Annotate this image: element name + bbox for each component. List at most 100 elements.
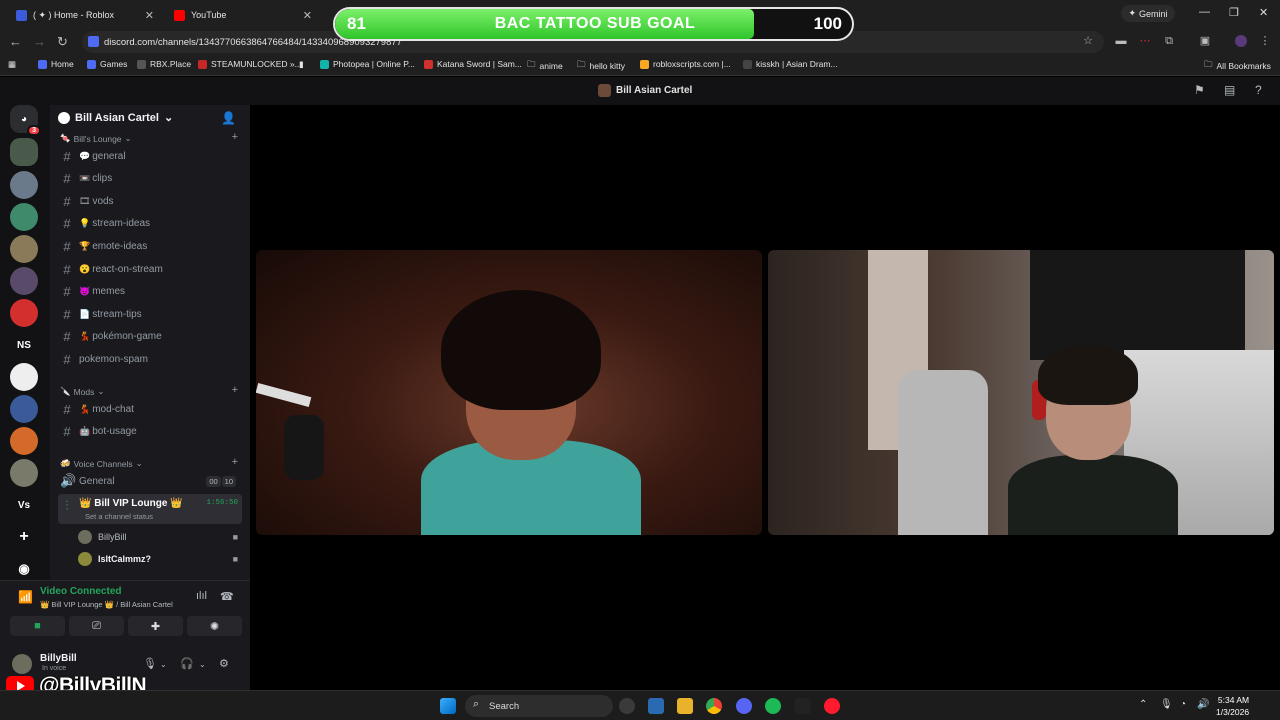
extension-icon[interactable]: ⋯ [1139, 35, 1151, 47]
channel-pokémon-game[interactable]: # 💃 pokémon-game [58, 327, 242, 347]
bookmark-rbxplace[interactable]: RBX.Place [137, 59, 191, 69]
avatar[interactable] [12, 654, 32, 674]
channel-clips[interactable]: # 📼 clips [58, 169, 242, 189]
chevron-down-icon[interactable]: ⌄ [199, 660, 206, 669]
store-icon[interactable] [648, 698, 664, 714]
bookmark-games[interactable]: Games [87, 59, 127, 69]
add-channel-icon[interactable]: + [232, 384, 238, 396]
channel-vods[interactable]: # 🎞 vods [58, 191, 242, 211]
server-icon[interactable] [10, 395, 38, 423]
channel-status[interactable]: Set a channel status [85, 512, 153, 521]
category-bills-lounge[interactable]: 🍬 Bill's Lounge ⌄ [60, 133, 132, 144]
flag-icon[interactable]: ⚑ [1194, 83, 1205, 97]
file-explorer-icon[interactable] [677, 698, 693, 714]
bookmark-folder-anime[interactable]: 🗀 anime [527, 59, 563, 73]
inbox-icon[interactable]: ▤ [1224, 83, 1235, 97]
server-icon[interactable] [10, 171, 38, 199]
menu-kebab-icon[interactable]: ⋮ [1259, 35, 1271, 47]
volume-icon[interactable]: 🔊 [1197, 699, 1209, 710]
screen-share-button[interactable]: ⎚ [69, 616, 124, 636]
bookmark-photopea[interactable]: Photopea | Online P... [320, 59, 415, 69]
add-channel-icon[interactable]: + [232, 456, 238, 468]
taskbar-clock[interactable]: 5:34 AM 1/3/2026 [1216, 694, 1249, 718]
windows-start-icon[interactable] [440, 698, 456, 714]
gemini-button[interactable]: ✦ Gemini [1121, 5, 1175, 22]
add-server-icon[interactable]: + [10, 523, 38, 551]
apps-grid-icon[interactable]: ▦ [8, 59, 16, 70]
soundboard-button[interactable]: ✺ [187, 616, 242, 636]
cast-icon[interactable]: ▣ [1199, 35, 1211, 47]
video-tile-billybill[interactable] [256, 250, 762, 535]
close-tab-icon[interactable]: ✕ [303, 9, 312, 22]
taskbar-search[interactable]: ⌕ Search [465, 695, 613, 717]
spotify-icon[interactable] [765, 698, 781, 714]
channel-memes[interactable]: # 😈 memes [58, 282, 242, 302]
voice-channel-general[interactable]: 🔊 General 00 10 [58, 471, 242, 491]
extension-icon[interactable]: ▬ [1115, 35, 1127, 47]
microphone-icon[interactable]: 🎙 [143, 657, 157, 670]
app-taskbar-icon[interactable] [795, 698, 811, 714]
discover-icon[interactable]: ◉ [10, 555, 38, 583]
voice-channel-bill-vip-lounge[interactable]: ⫶ 👑 Bill VIP Lounge 👑 1:56:50 Set a chan… [58, 494, 242, 524]
server-icon[interactable] [10, 138, 38, 166]
discord-home-icon[interactable]: ◕ 3 [10, 105, 41, 136]
voice-member[interactable]: BillyBill [78, 530, 127, 544]
category-voice-channels[interactable]: 🍻 Voice Channels ⌄ [60, 458, 143, 469]
tab-youtube[interactable]: YouTube ✕ [166, 4, 318, 26]
bookmark-star-icon[interactable]: ☆ [1082, 35, 1094, 47]
camera-button[interactable]: ■ [10, 616, 65, 636]
server-icon-ns[interactable]: NS [10, 331, 38, 359]
username[interactable]: BillyBill [40, 653, 77, 664]
server-icon[interactable] [10, 459, 38, 487]
add-channel-icon[interactable]: + [232, 131, 238, 143]
signal-icon[interactable]: 📶 [18, 590, 33, 604]
bookmark-folder-hello-kitty[interactable]: 🗀 hello kitty [577, 59, 625, 73]
chevron-up-icon[interactable]: ⌃ [1139, 699, 1147, 710]
bookmark-steamunlocked[interactable]: STEAMUNLOCKED »... [198, 59, 302, 69]
chevron-down-icon[interactable]: ⌄ [160, 660, 167, 669]
server-icon[interactable] [10, 427, 38, 455]
chrome-icon[interactable] [706, 698, 722, 714]
server-icon-vs[interactable]: Vs [10, 491, 38, 519]
site-info-icon[interactable] [88, 36, 99, 47]
close-window-icon[interactable]: ✕ [1259, 6, 1268, 19]
back-arrow-icon[interactable]: ← [9, 34, 22, 49]
channel-bot-usage[interactable]: # 🤖 bot-usage [58, 422, 242, 442]
channel-stream-tips[interactable]: # 📄 stream-tips [58, 304, 242, 324]
restore-icon[interactable]: ❐ [1229, 6, 1239, 19]
invite-member-icon[interactable]: 👤 [221, 111, 236, 125]
voice-member[interactable]: IsItCalmmz? [78, 552, 151, 566]
gear-icon[interactable]: ⚙ [219, 657, 229, 670]
profile-avatar-icon[interactable] [1235, 35, 1247, 47]
channel-general[interactable]: # 💬 general [58, 146, 242, 166]
video-tile-isitcalmmz[interactable] [768, 250, 1274, 535]
voice-connected-subtitle[interactable]: 👑 Bill VIP Lounge 👑 / Bill Asian Cartel [40, 600, 173, 609]
extensions-puzzle-icon[interactable]: ⧉ [1163, 35, 1175, 47]
bookmark-home[interactable]: Home [38, 59, 74, 69]
channel-emote-ideas[interactable]: # 🏆 emote-ideas [58, 236, 242, 256]
disconnect-icon[interactable]: ☎ [220, 590, 234, 603]
wifi-icon[interactable]: ◔ [1180, 699, 1186, 710]
all-bookmarks[interactable]: 🗀 All Bookmarks [1204, 59, 1271, 73]
bookmark-katana[interactable]: Katana Sword | Sam... [424, 59, 522, 69]
channel-stream-ideas[interactable]: # 💡 stream-ideas [58, 214, 242, 234]
activities-button[interactable]: ✚ [128, 616, 183, 636]
channel-mod-chat[interactable]: # 💃 mod-chat [58, 399, 242, 419]
server-icon[interactable] [10, 235, 38, 263]
mic-taskbar-icon[interactable] [619, 698, 635, 714]
discord-taskbar-icon[interactable] [736, 698, 752, 714]
minimize-icon[interactable]: — [1199, 6, 1210, 18]
forward-arrow-icon[interactable]: → [33, 34, 46, 49]
help-icon[interactable]: ? [1255, 83, 1262, 97]
among-us-server-icon[interactable] [10, 299, 38, 327]
reload-icon[interactable]: ↻ [57, 34, 68, 50]
tab-roblox[interactable]: ( ✦ ) Home - Roblox ✕ [8, 4, 160, 26]
channel-react-on-stream[interactable]: # 😮 react-on-stream [58, 259, 242, 279]
server-icon[interactable] [10, 203, 38, 231]
server-name-header[interactable]: Bill Asian Cartel ⌄ [58, 111, 173, 124]
channel-pokemon-spam[interactable]: # pokemon-spam [58, 349, 242, 369]
close-tab-icon[interactable]: ✕ [145, 9, 154, 22]
category-mods[interactable]: 🔪 Mods ⌄ [60, 386, 105, 397]
headphones-icon[interactable]: 🎧 [180, 657, 194, 670]
opera-gx-icon[interactable] [824, 698, 840, 714]
